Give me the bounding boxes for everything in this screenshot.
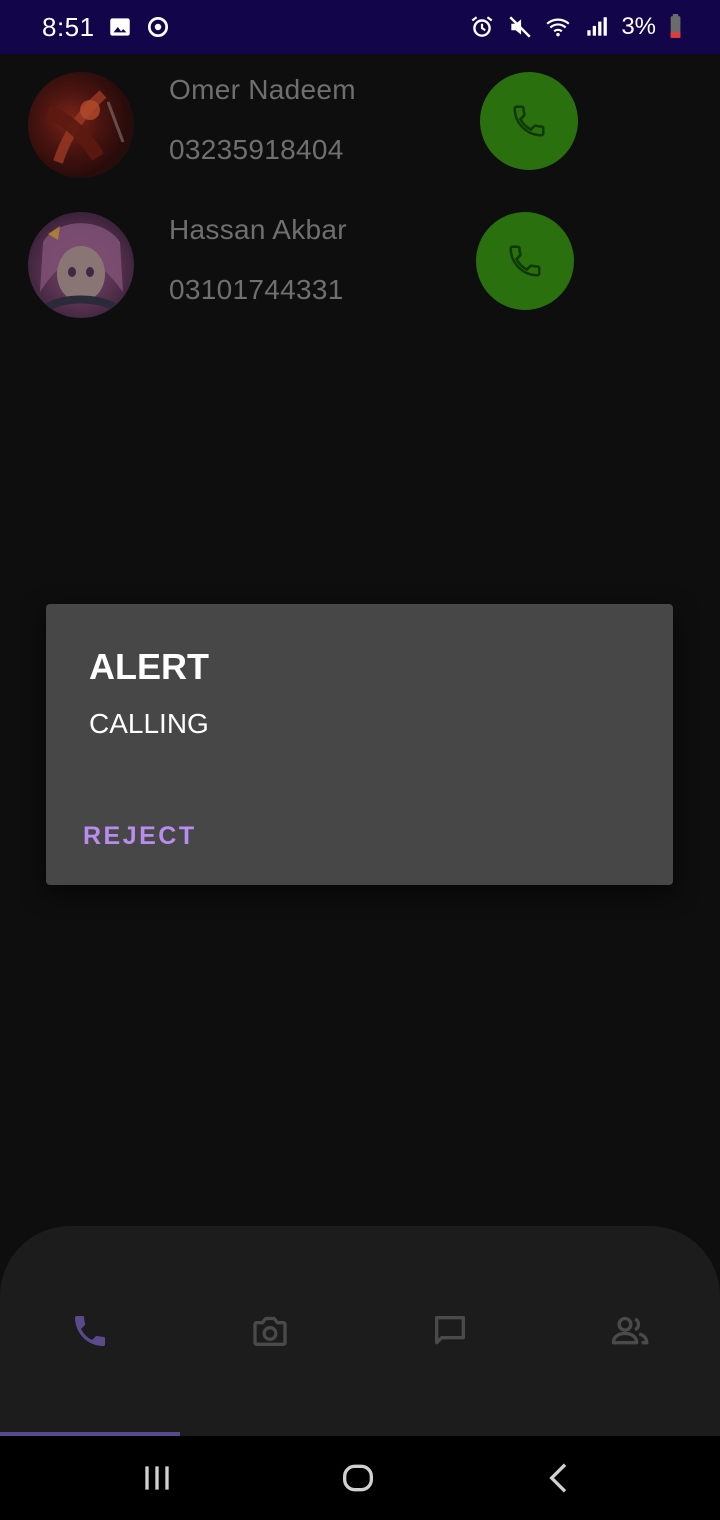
wifi-icon [545,14,571,40]
nav-item-chats[interactable] [360,1226,540,1436]
avatar [28,212,134,318]
app-screen: 8:51 3% Omer Nadeem 03235918404 Hassan A… [0,0,720,1520]
recents-button[interactable] [97,1436,217,1520]
home-button[interactable] [298,1436,418,1520]
contact-number: 03235918404 [169,134,344,165]
battery-icon [668,14,682,40]
status-left: 8:51 [42,12,171,43]
status-time: 8:51 [42,11,95,42]
phone-icon [75,1316,105,1346]
alert-dialog: ALERT CALLING REJECT [46,604,673,885]
alarm-icon [469,14,495,40]
sync-icon [145,14,171,40]
bottom-navigation [0,1226,720,1436]
mute-icon [507,14,533,40]
call-button[interactable] [476,212,574,310]
contact-row[interactable]: Hassan Akbar 03101744331 [0,202,720,322]
contact-row[interactable]: Omer Nadeem 03235918404 [0,62,720,182]
reject-button[interactable]: REJECT [83,818,197,855]
status-right: 3% [469,13,682,41]
back-button[interactable] [500,1436,620,1520]
home-icon [343,1464,373,1492]
gallery-icon [107,14,133,40]
phone-icon [509,245,541,277]
status-bar: 8:51 3% [0,0,720,54]
nav-item-calls[interactable] [0,1226,180,1436]
nav-item-contacts[interactable] [540,1226,720,1436]
contact-name: Omer Nadeem [169,74,356,105]
system-navigation-bar [0,1436,720,1520]
camera-icon [253,1316,287,1346]
dialog-message: CALLING [89,708,209,739]
battery-percent: 3% [621,13,656,40]
recents-icon [145,1466,169,1490]
chat-icon [435,1316,465,1345]
call-button[interactable] [480,72,578,170]
nav-item-camera[interactable] [180,1226,360,1436]
signal-icon [583,14,609,40]
contact-number: 03101744331 [169,274,344,305]
phone-icon [513,105,545,137]
contact-name: Hassan Akbar [169,214,347,245]
dialog-title: ALERT [89,646,209,687]
back-icon [549,1463,567,1493]
avatar [28,72,134,178]
contacts-icon [611,1316,649,1345]
